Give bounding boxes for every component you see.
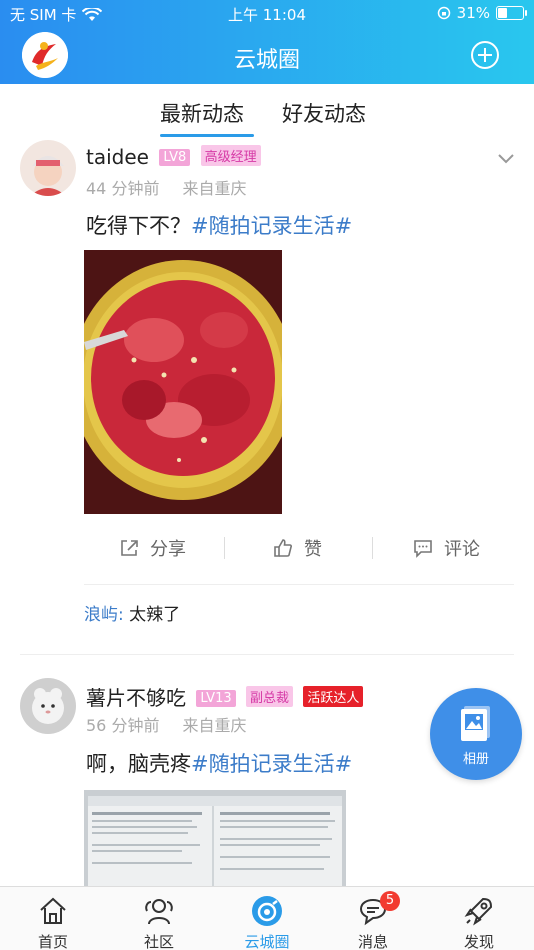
battery-percent: 31% (456, 4, 490, 22)
tabbar-item-community[interactable]: 社区 (114, 887, 204, 950)
post-actions: 分享 赞 评论 (0, 527, 534, 571)
post-location: 来自重庆 (182, 179, 247, 198)
action-divider (224, 537, 225, 559)
comment-item[interactable]: 浪屿: 太辣了 (84, 600, 180, 625)
bottom-tab-bar: 首页 社区 云城圈 5 消息 发现 (0, 886, 534, 950)
like-button[interactable]: 赞 (272, 535, 322, 561)
post-location: 来自重庆 (182, 716, 247, 735)
username[interactable]: taidee LV8 高级经理 (86, 145, 261, 169)
comment-label: 评论 (444, 539, 480, 560)
post-body: 啊，脑壳疼 (86, 752, 191, 776)
feed-tabs: 最新动态 好友动态 (0, 84, 534, 140)
battery-icon (496, 6, 527, 20)
username[interactable]: 薯片不够吃 LV13 副总裁 活跃达人 (86, 682, 364, 711)
tabbar-label: 发现 (463, 933, 494, 950)
comment-author[interactable]: 浪屿: (84, 605, 124, 625)
post-body: 吃得下不？ (86, 214, 191, 238)
tabbar-label: 首页 (37, 933, 68, 950)
share-icon (121, 540, 138, 556)
post-time: 56 分钟前 (86, 716, 160, 735)
comment-text: 太辣了 (129, 605, 181, 625)
home-icon (40, 897, 66, 924)
level-badge: LV8 (159, 149, 191, 166)
post-meta: 44 分钟前 来自重庆 (86, 175, 247, 199)
tabbar-item-cloud-circle[interactable]: 云城圈 (222, 887, 312, 950)
page-title: 云城圈 (233, 48, 300, 73)
tabbar-item-messages[interactable]: 5 消息 (328, 887, 418, 950)
tabbar-label: 社区 (143, 933, 174, 950)
hashtag-link[interactable]: #随拍记录生活# (191, 752, 352, 776)
post-photo[interactable] (84, 250, 282, 514)
cloud-circle-icon (252, 896, 282, 926)
unread-badge: 5 (380, 891, 400, 911)
share-button[interactable]: 分享 (118, 535, 186, 561)
rotation-lock-icon (437, 6, 450, 20)
divider (84, 584, 514, 585)
album-label: 相册 (462, 752, 489, 767)
tabbar-label: 消息 (357, 933, 388, 950)
chevron-down-icon[interactable] (498, 154, 514, 164)
tab-friends[interactable]: 好友动态 (282, 98, 366, 128)
post-meta: 56 分钟前 来自重庆 (86, 712, 247, 736)
photo-album-icon (461, 706, 490, 741)
level-badge: LV13 (196, 690, 236, 707)
tabbar-item-discover[interactable]: 发现 (434, 887, 524, 950)
like-label: 赞 (304, 539, 322, 560)
post-separator (20, 654, 514, 655)
action-divider (372, 537, 373, 559)
share-label: 分享 (150, 539, 186, 560)
avatar[interactable] (20, 140, 76, 196)
album-button[interactable]: 相册 (430, 688, 522, 780)
top-header: 无 SIM 卡 上午 11:04 31% 云城圈 (0, 0, 534, 84)
rocket-icon (464, 897, 493, 926)
post-text: 啊，脑壳疼#随拍记录生活# (86, 748, 352, 778)
comment-button[interactable]: 评论 (412, 535, 480, 561)
active-tab-indicator (160, 134, 254, 137)
comment-icon (414, 540, 432, 558)
username-text[interactable]: 薯片不够吃 (86, 686, 186, 710)
add-post-icon[interactable] (470, 40, 500, 70)
active-user-badge: 活跃达人 (303, 686, 364, 707)
avatar[interactable] (20, 678, 76, 734)
tab-latest[interactable]: 最新动态 (160, 98, 244, 128)
role-badge: 高级经理 (200, 145, 261, 166)
post-time: 44 分钟前 (86, 179, 160, 198)
role-badge: 副总裁 (245, 686, 293, 707)
community-icon (145, 899, 173, 925)
post-photo[interactable] (84, 790, 346, 890)
post-text: 吃得下不？#随拍记录生活# (86, 210, 352, 240)
tabbar-label: 云城圈 (244, 933, 290, 950)
thumbs-up-icon (274, 539, 292, 557)
status-right: 31% (437, 4, 527, 22)
username-text[interactable]: taidee (86, 145, 149, 169)
tabbar-item-home[interactable]: 首页 (8, 887, 98, 950)
status-bar: 无 SIM 卡 上午 11:04 31% (0, 0, 534, 28)
hashtag-link[interactable]: #随拍记录生活# (191, 214, 352, 238)
